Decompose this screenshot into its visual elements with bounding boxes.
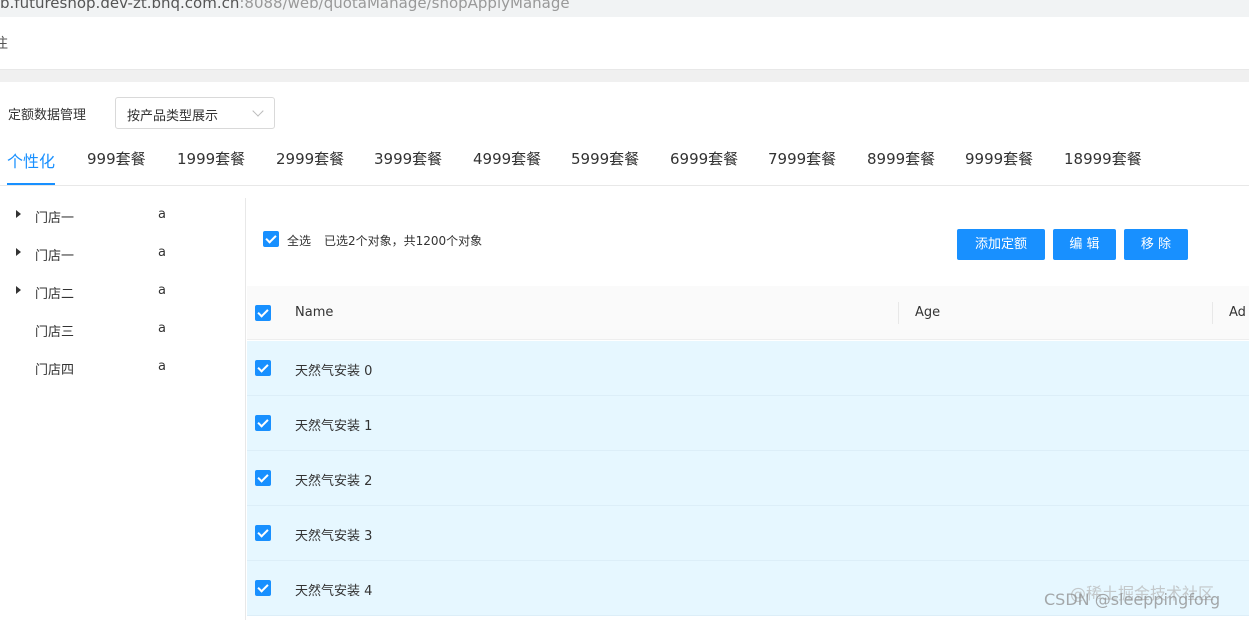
tree-node-extra: a: [158, 321, 166, 336]
display-mode-select[interactable]: 按产品类型展示: [115, 97, 275, 129]
column-header-age[interactable]: Age: [915, 305, 940, 320]
tab-personalized[interactable]: 个性化: [7, 148, 55, 172]
row-checkbox[interactable]: [255, 470, 271, 486]
header-fragment: 注: [0, 36, 8, 52]
chevron-down-icon: [252, 105, 264, 117]
browser-url-bar[interactable]: b.futureshop.dev-zt.bnq.com.cn:8088/web/…: [0, 0, 1249, 17]
tree-node-extra: a: [158, 245, 166, 260]
add-quota-button[interactable]: 添加定额: [957, 229, 1045, 260]
caret-right-icon[interactable]: [16, 248, 21, 256]
tab-5999[interactable]: 5999套餐: [571, 148, 639, 169]
row-checkbox[interactable]: [255, 525, 271, 541]
column-header-name[interactable]: Name: [295, 305, 333, 320]
row-name: 天然气安装 4: [295, 584, 373, 599]
tree-node[interactable]: 门店三 a: [0, 312, 246, 350]
header-divider-band: [0, 70, 1249, 82]
tab-3999[interactable]: 3999套餐: [374, 148, 442, 169]
tab-999[interactable]: 999套餐: [87, 148, 146, 169]
row-name: 天然气安装 3: [295, 529, 373, 544]
column-header-address[interactable]: Ad: [1229, 305, 1246, 320]
tab-9999[interactable]: 9999套餐: [965, 148, 1033, 169]
active-tab-indicator: [7, 183, 55, 185]
selection-summary: 已选2个对象，共1200个对象: [324, 234, 483, 248]
tree-node[interactable]: 门店二 a: [0, 274, 246, 312]
row-checkbox[interactable]: [255, 360, 271, 376]
tab-2999[interactable]: 2999套餐: [276, 148, 344, 169]
table-row[interactable]: 天然气安装 0: [247, 341, 1249, 396]
tree-node-title: 门店一: [35, 211, 75, 226]
edit-button[interactable]: 编 辑: [1053, 229, 1116, 260]
tree-node[interactable]: 门店一 a: [0, 236, 246, 274]
select-all-checkbox[interactable]: [263, 231, 279, 247]
tree-node-title: 门店三: [35, 325, 75, 340]
tab-6999[interactable]: 6999套餐: [670, 148, 738, 169]
tab-18999[interactable]: 18999套餐: [1064, 148, 1142, 169]
tree-node-extra: a: [158, 359, 166, 374]
column-divider: [898, 302, 899, 324]
remove-button[interactable]: 移 除: [1124, 229, 1188, 260]
table-row[interactable]: 天然气安装 2: [247, 451, 1249, 506]
caret-right-icon[interactable]: [16, 210, 21, 218]
url-text: b.futureshop.dev-zt.bnq.com.cn:8088/web/…: [0, 0, 570, 12]
tree-node[interactable]: 门店一 a: [0, 198, 246, 236]
header-checkbox[interactable]: [255, 305, 271, 321]
tree-node-title: 门店一: [35, 249, 75, 264]
tree-node-title: 门店二: [35, 287, 75, 302]
row-name: 天然气安装 1: [295, 419, 373, 434]
tree-node-title: 门店四: [35, 363, 75, 378]
package-tabs: 个性化 999套餐 1999套餐 2999套餐 3999套餐 4999套餐 59…: [0, 138, 1249, 186]
row-name: 天然气安装 0: [295, 364, 373, 379]
tab-1999[interactable]: 1999套餐: [177, 148, 245, 169]
tab-4999[interactable]: 4999套餐: [473, 148, 541, 169]
select-all-label: 全选: [287, 234, 312, 248]
row-checkbox[interactable]: [255, 580, 271, 596]
tab-8999[interactable]: 8999套餐: [867, 148, 935, 169]
table-header: Name Age Ad: [247, 286, 1249, 340]
column-divider: [1212, 302, 1213, 324]
tree-node-extra: a: [158, 207, 166, 222]
row-checkbox[interactable]: [255, 415, 271, 431]
tab-7999[interactable]: 7999套餐: [768, 148, 836, 169]
store-tree: 门店一 a 门店一 a 门店二 a 门店三 a 门店四 a: [0, 198, 246, 620]
quota-data-label: 定额数据管理: [8, 108, 87, 123]
caret-right-icon[interactable]: [16, 286, 21, 294]
display-mode-value: 按产品类型展示: [127, 109, 219, 124]
tree-node[interactable]: 门店四 a: [0, 350, 246, 388]
table-row[interactable]: 天然气安装 3: [247, 506, 1249, 561]
table-row[interactable]: 天然气安装 1: [247, 396, 1249, 451]
row-name: 天然气安装 2: [295, 474, 373, 489]
watermark-csdn: CSDN @sleeppingforg: [1044, 590, 1221, 609]
app-header: 注: [0, 17, 1249, 70]
tree-node-extra: a: [158, 283, 166, 298]
